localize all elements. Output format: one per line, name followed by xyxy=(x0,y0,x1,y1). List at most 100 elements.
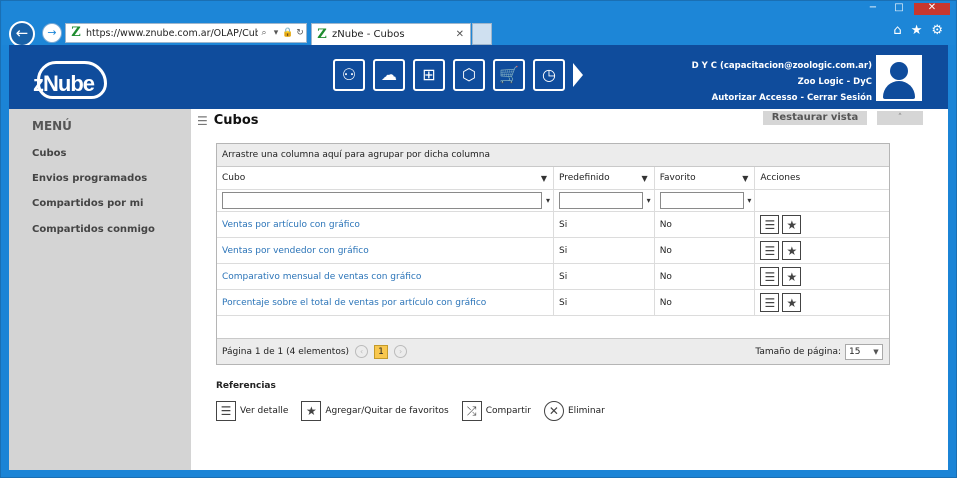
cell: Si xyxy=(554,264,655,289)
chevron-up-icon: ˄ xyxy=(897,113,903,123)
cube-link[interactable]: Comparativo mensual de ventas con gráfic… xyxy=(222,272,421,282)
main-content: ☰ Cubos Restaurar vista ˄ Arrastre una c… xyxy=(191,109,948,470)
favorite-button[interactable]: ★ xyxy=(782,267,802,286)
filter-icon[interactable]: ▼ xyxy=(541,174,547,183)
table-row: Porcentaje sobre el total de ventas por … xyxy=(217,290,889,316)
pager-info: Página 1 de 1 (4 elementos) xyxy=(222,346,350,357)
filter-icon[interactable]: ▼ xyxy=(642,174,648,183)
table-row: Ventas por vendedor con gráfico Si No ☰ ★ xyxy=(217,238,889,264)
filter-options-icon[interactable]: ▾ xyxy=(546,196,550,205)
cell: Si xyxy=(554,238,655,263)
site-favicon: Z xyxy=(69,26,83,40)
filter-options-icon[interactable]: ▾ xyxy=(647,196,651,205)
hamburger-icon[interactable]: ☰ xyxy=(197,114,208,128)
close-window-button[interactable]: ✕ xyxy=(914,3,950,15)
ref-label-eliminar: Eliminar xyxy=(567,406,605,416)
dropdown-icon[interactable]: ▾ xyxy=(270,28,282,38)
view-detail-button[interactable]: ☰ xyxy=(760,241,780,260)
prev-page-button[interactable]: ‹ xyxy=(355,345,369,358)
column-header-cubo[interactable]: Cubo ▼ xyxy=(217,167,554,189)
refresh-icon[interactable]: ↻ xyxy=(294,28,306,38)
settings-gear-icon[interactable]: ⚙ xyxy=(931,23,943,38)
page-size-label: Tamaño de página: xyxy=(755,347,841,357)
maximize-button[interactable]: □ xyxy=(888,3,910,15)
browser-tab[interactable]: Z zNube - Cubos ✕ xyxy=(311,23,471,45)
sidebar: MENÚ Cubos Envios programados Compartido… xyxy=(9,109,191,470)
references-legend: ☰ Ver detalle ★ Agregar/Quitar de favori… xyxy=(216,401,614,421)
filter-cell xyxy=(755,190,889,211)
cell: Ventas por vendedor con gráfico xyxy=(217,238,554,263)
view-detail-button[interactable]: ☰ xyxy=(760,293,780,312)
sidebar-item-cubos[interactable]: Cubos xyxy=(32,148,66,159)
logout-link[interactable]: Cerrar Sesión xyxy=(807,93,872,103)
filter-options-icon[interactable]: ▾ xyxy=(747,196,751,205)
close-tab-icon[interactable]: ✕ xyxy=(456,29,464,40)
favorito-value: No xyxy=(659,297,672,308)
sidebar-item-envios[interactable]: Envios programados xyxy=(32,173,147,184)
pivot-icon[interactable]: ⊞ xyxy=(413,59,445,91)
avatar[interactable] xyxy=(876,55,922,101)
cube-link[interactable]: Ventas por vendedor con gráfico xyxy=(222,246,369,256)
list-icon: ☰ xyxy=(764,295,776,310)
cell: Si xyxy=(554,212,655,237)
url-text[interactable]: https://www.znube.com.ar/OLAP/Cub xyxy=(86,28,258,39)
filter-input-predefinido[interactable] xyxy=(558,192,643,209)
home-icon[interactable]: ⌂ xyxy=(893,23,901,38)
minimize-button[interactable]: − xyxy=(862,3,884,15)
filter-input-favorito[interactable] xyxy=(659,192,744,209)
app-header: zNube ⚇ ☁ ⊞ ⬡ 🛒 ◷ D Y C (capacitacion@zo… xyxy=(9,45,948,109)
cube-link[interactable]: Ventas por artículo con gráfico xyxy=(222,220,360,230)
collapse-button[interactable]: ˄ xyxy=(877,111,923,125)
toolbar-next-arrow-icon[interactable] xyxy=(573,63,583,87)
current-page-button[interactable]: 1 xyxy=(374,344,389,359)
view-detail-button[interactable]: ☰ xyxy=(760,267,780,286)
filter-icon[interactable]: ▼ xyxy=(742,174,748,183)
browser-window: − □ ✕ ← → Z https://www.znube.com.ar/OLA… xyxy=(0,0,957,478)
cube-icon[interactable]: ⬡ xyxy=(453,59,485,91)
column-header-favorito[interactable]: Favorito ▼ xyxy=(655,167,756,189)
user-name: D Y C (capacitacion@zoologic.com.ar) xyxy=(691,61,872,71)
delete-icon: ✕ xyxy=(543,401,564,421)
filter-input-cubo[interactable] xyxy=(222,192,542,209)
search-icon[interactable]: ⌕ xyxy=(258,28,270,38)
lock-icon: 🔒 xyxy=(282,28,294,38)
forward-button[interactable]: → xyxy=(42,23,62,43)
list-icon: ☰ xyxy=(764,243,776,258)
clock-icon[interactable]: ◷ xyxy=(533,59,565,91)
address-bar[interactable]: Z https://www.znube.com.ar/OLAP/Cub ⌕ ▾ … xyxy=(65,23,307,43)
favorite-button[interactable]: ★ xyxy=(782,293,802,312)
znube-logo[interactable]: zNube xyxy=(31,53,111,103)
logo-text: zNube xyxy=(33,71,95,96)
sidebar-item-compartidos-por-mi[interactable]: Compartidos por mi xyxy=(32,198,143,209)
favorito-value: No xyxy=(659,245,672,256)
cart-icon[interactable]: 🛒 xyxy=(493,59,525,91)
group-panel[interactable]: Arrastre una columna aquí para agrupar p… xyxy=(217,144,889,167)
ref-label-ver-detalle: Ver detalle xyxy=(240,406,289,416)
references-title: Referencias xyxy=(216,381,276,391)
filter-cell: ▾ xyxy=(655,190,756,211)
cloud-settings-icon[interactable]: ☁ xyxy=(373,59,405,91)
view-detail-button[interactable]: ☰ xyxy=(760,215,780,234)
next-page-button[interactable]: › xyxy=(394,345,408,358)
restore-view-button[interactable]: Restaurar vista xyxy=(763,111,867,125)
column-header-acciones: Acciones xyxy=(755,167,889,189)
sidebar-item-compartidos-conmigo[interactable]: Compartidos conmigo xyxy=(32,224,155,235)
cubes-icon[interactable]: ⚇ xyxy=(333,59,365,91)
page-size-select[interactable]: 15 ▼ xyxy=(845,344,883,360)
favorite-button[interactable]: ★ xyxy=(782,215,802,234)
column-label: Cubo xyxy=(222,173,246,183)
authorize-access-link[interactable]: Autorizar Accesso xyxy=(712,93,798,103)
favorites-star-icon[interactable]: ★ xyxy=(911,23,923,38)
new-tab-button[interactable] xyxy=(472,23,492,45)
avatar-head-icon xyxy=(890,62,908,80)
tab-title: zNube - Cubos xyxy=(332,29,405,40)
favorite-button[interactable]: ★ xyxy=(782,241,802,260)
module-toolbar: ⚇ ☁ ⊞ ⬡ 🛒 ◷ xyxy=(333,59,583,91)
cell: ☰ ★ xyxy=(755,238,889,263)
cube-link[interactable]: Porcentaje sobre el total de ventas por … xyxy=(222,298,486,308)
column-header-predefinido[interactable]: Predefinido ▼ xyxy=(554,167,655,189)
favorito-value: No xyxy=(659,271,672,282)
separator: - xyxy=(797,93,807,103)
ref-label-compartir: Compartir xyxy=(485,406,531,416)
back-button[interactable]: ← xyxy=(9,21,35,47)
